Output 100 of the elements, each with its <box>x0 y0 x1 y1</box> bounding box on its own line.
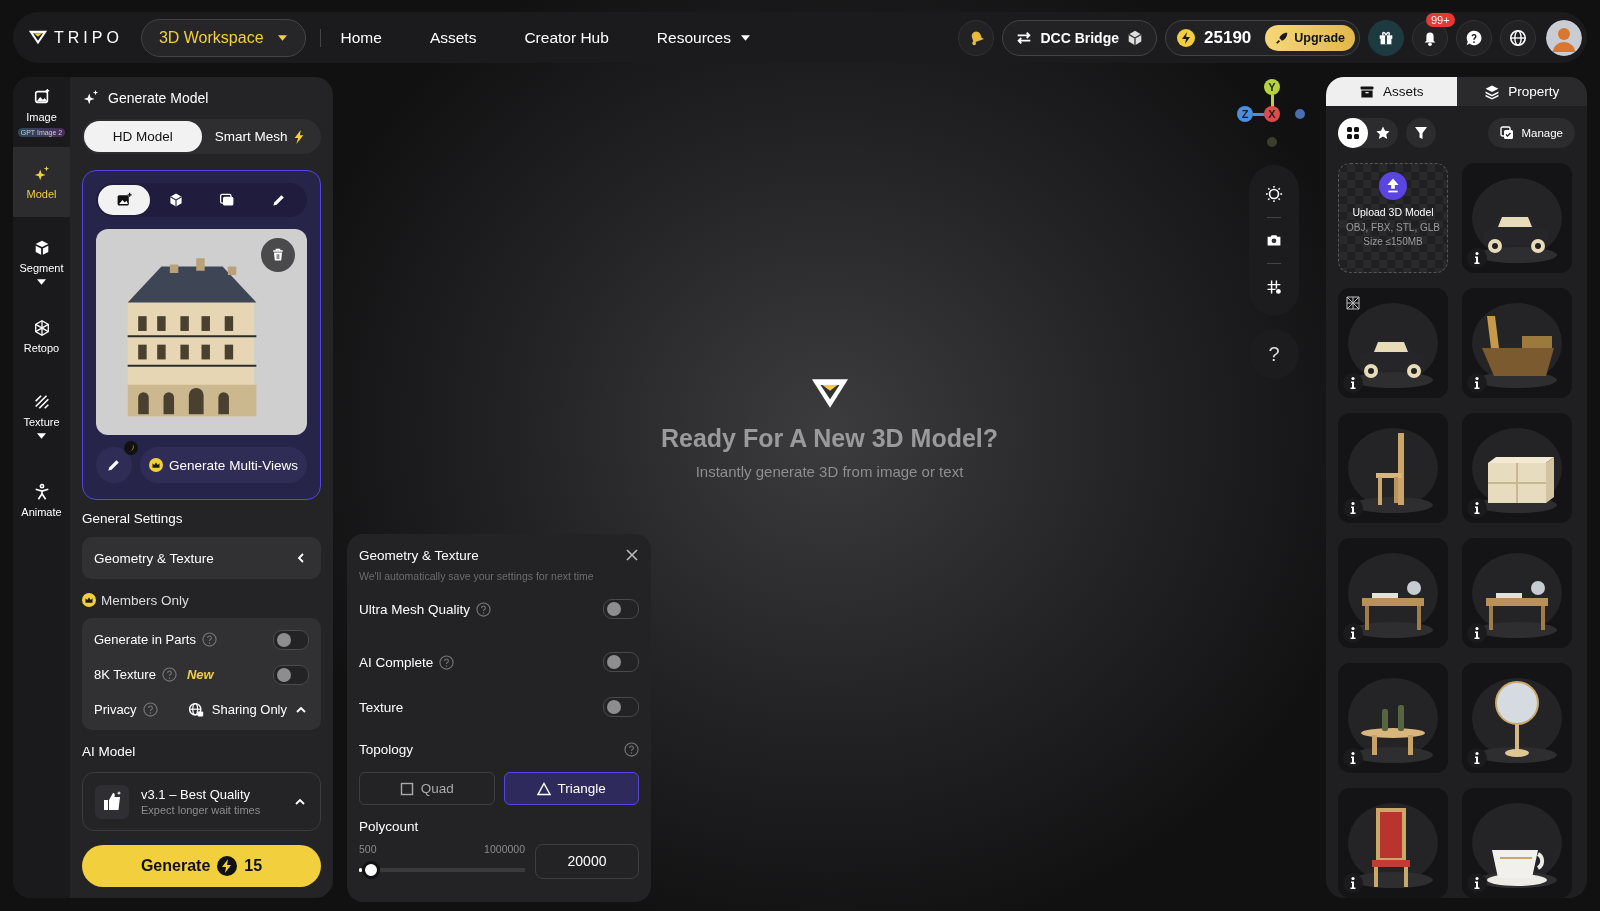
privacy-dropdown[interactable]: Sharing Only <box>187 701 307 718</box>
bolt-icon <box>217 856 238 876</box>
filter-button[interactable] <box>1406 118 1436 148</box>
toggle-switch[interactable] <box>273 664 309 685</box>
image-icon <box>115 192 132 208</box>
slider-thumb[interactable] <box>362 861 381 879</box>
star-icon <box>1376 126 1390 140</box>
info-icon[interactable] <box>1343 373 1363 393</box>
avatar-icon[interactable] <box>1546 19 1582 56</box>
info-icon[interactable] <box>1343 748 1363 768</box>
close-icon <box>625 548 639 562</box>
generate-button[interactable]: Generate 15 <box>82 845 321 887</box>
close-button[interactable] <box>625 548 639 562</box>
workspace-dropdown[interactable]: 3D Workspace <box>140 18 306 57</box>
crown-icon <box>82 593 96 607</box>
language-button[interactable] <box>1500 19 1536 56</box>
rail-item[interactable]: Model <box>13 147 70 217</box>
pencil-icon <box>106 457 122 473</box>
chevron-left-icon <box>295 552 307 564</box>
dcc-bridge-button[interactable]: DCC Bridge <box>1002 19 1157 56</box>
logo-icon <box>28 29 48 46</box>
toggle-switch[interactable] <box>603 652 639 672</box>
info-icon[interactable] <box>1467 248 1487 268</box>
axis-handle[interactable] <box>1267 137 1277 147</box>
topology-option[interactable]: Triangle <box>503 772 639 805</box>
multi-view-button[interactable]: Generate Multi-Views <box>140 447 307 483</box>
mode-tab[interactable]: HD Model <box>84 121 202 152</box>
rail-item[interactable]: Texture <box>13 381 70 451</box>
manage-button[interactable]: Manage <box>1488 118 1575 148</box>
axis-handle[interactable]: X <box>1264 106 1280 122</box>
nav-link[interactable]: Creator Hub <box>524 18 609 57</box>
image-icon <box>32 87 51 106</box>
rail-item[interactable]: Retopo <box>13 311 70 361</box>
upgrade-button[interactable]: Upgrade <box>1265 24 1355 51</box>
thumbs-up-icon <box>95 784 129 819</box>
info-icon[interactable] <box>1343 498 1363 518</box>
setting-label: Topology <box>359 741 414 757</box>
crown-icon <box>149 458 164 472</box>
help-button[interactable] <box>1456 19 1492 56</box>
panel-tab[interactable]: Assets <box>1326 77 1457 106</box>
coin-icon <box>1176 27 1196 48</box>
panel-tab[interactable]: Property <box>1456 77 1587 106</box>
trash-icon <box>270 247 286 263</box>
upload-icon <box>1379 172 1407 200</box>
edit-button[interactable] <box>96 447 132 483</box>
hatch-icon <box>32 393 51 411</box>
info-icon[interactable] <box>1467 873 1487 893</box>
panel-title: Generate Model <box>108 90 209 106</box>
triangle-icon <box>536 781 551 796</box>
section-title: AI Model <box>82 744 137 761</box>
upload-dropzone[interactable]: Upload 3D Model OBJ, FBX, STL, GLB Size ≤150MB <box>1338 163 1448 273</box>
toggle-switch[interactable] <box>603 697 639 717</box>
setting-label: Ultra Mesh Quality <box>359 601 471 617</box>
toggle-switch[interactable] <box>273 629 309 650</box>
input-tab[interactable] <box>98 185 150 215</box>
nav-link[interactable]: Assets <box>429 18 477 57</box>
logo-icon <box>810 377 849 410</box>
axis-gizmo[interactable]: Y Z X <box>1235 77 1310 149</box>
globe-icon <box>1509 28 1527 47</box>
nav-link[interactable]: Home <box>340 18 382 57</box>
setting-label: Polycount <box>359 819 420 836</box>
axis-handle[interactable]: Y <box>1264 79 1280 95</box>
sun-icon <box>1265 184 1283 203</box>
nav-link[interactable]: Resources <box>656 18 750 57</box>
info-icon[interactable] <box>1343 873 1363 893</box>
subheadline: Instantly generate 3D from image or text <box>695 463 964 480</box>
polycount-field[interactable]: 20000 <box>535 843 639 879</box>
caret-icon <box>740 34 750 41</box>
info-icon[interactable] <box>1467 373 1487 393</box>
gallery-icon <box>219 192 236 208</box>
wireframe-icon[interactable] <box>1346 296 1360 310</box>
setting-label: Texture <box>359 699 404 715</box>
help-icon <box>1465 28 1483 47</box>
toggle-switch[interactable] <box>603 599 639 619</box>
grid-icon <box>1346 126 1360 140</box>
mode-tab[interactable]: Smart Mesh <box>201 121 319 152</box>
topology-option[interactable]: Quad <box>359 772 495 805</box>
setting-label: Generate in Parts <box>94 632 196 647</box>
section-title: General Settings <box>82 511 184 528</box>
rail-item[interactable]: Animate <box>13 465 70 535</box>
cube-icon <box>167 192 184 208</box>
info-icon[interactable] <box>1343 623 1363 643</box>
archive-icon <box>1359 83 1375 100</box>
help-icon <box>624 741 639 757</box>
axis-handle[interactable] <box>1295 109 1305 119</box>
grid-icon <box>1266 279 1282 296</box>
info-icon[interactable] <box>1467 498 1487 518</box>
geometry-texture-button[interactable]: Geometry & Texture <box>82 537 321 579</box>
mesh-cube-icon <box>32 318 51 337</box>
rail-item[interactable]: Segment <box>13 227 70 297</box>
info-icon[interactable] <box>1467 748 1487 768</box>
gift-button[interactable] <box>1368 19 1404 56</box>
square-icon <box>399 781 414 796</box>
model-dropdown[interactable]: v3.1 – Best Quality Expect longer wait times <box>82 772 321 831</box>
checklist-icon <box>1500 126 1515 140</box>
info-icon[interactable] <box>1467 623 1487 643</box>
axis-handle[interactable]: Z <box>1237 106 1253 122</box>
slider-min: 500 <box>359 843 377 855</box>
filter-button[interactable] <box>1338 118 1368 148</box>
setting-label: AI Complete <box>359 654 434 670</box>
